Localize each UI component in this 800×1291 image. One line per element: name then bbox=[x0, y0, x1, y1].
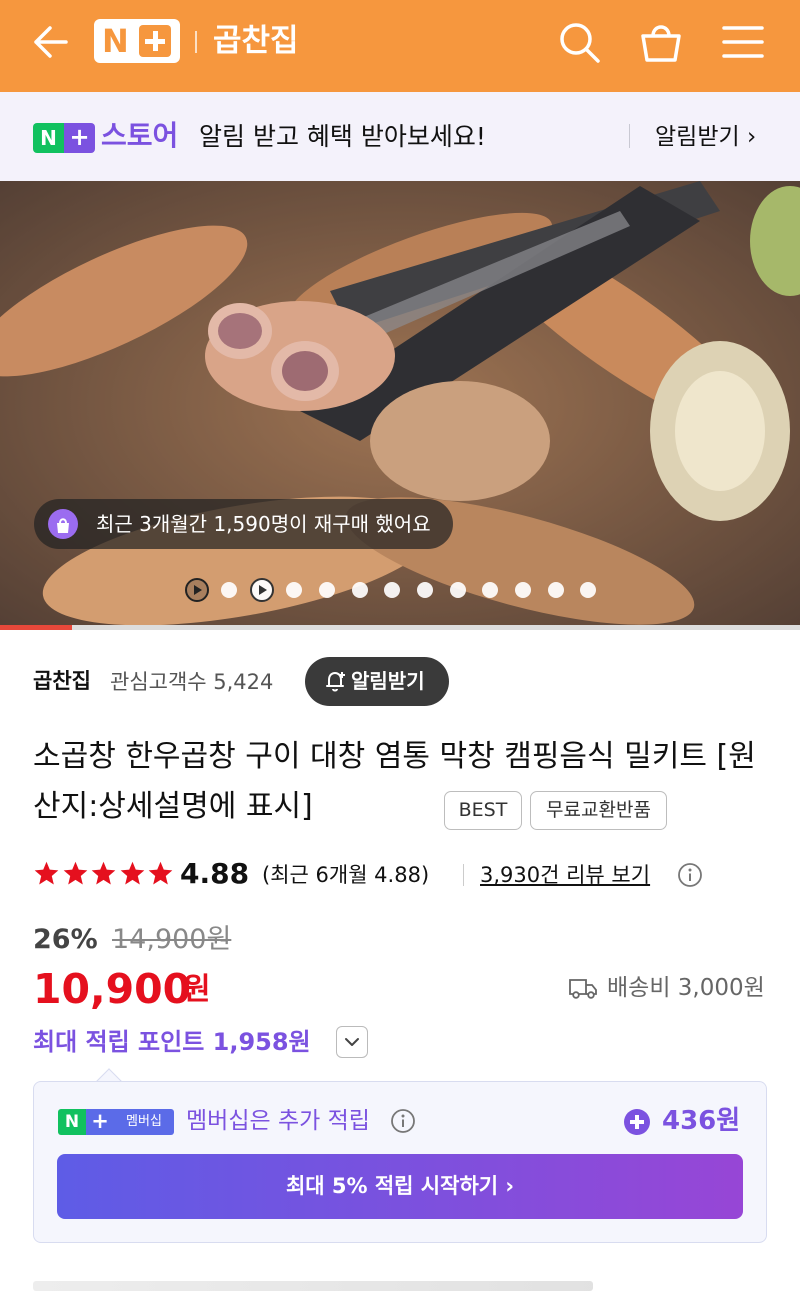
membership-badge-plus-icon: + bbox=[86, 1109, 114, 1135]
max-points: 최대 적립 포인트 1,958원 bbox=[33, 1028, 311, 1056]
next-section-preview bbox=[33, 1281, 593, 1291]
bell-plus-icon bbox=[326, 672, 345, 692]
store-name[interactable]: 곱찬집 bbox=[213, 20, 299, 62]
start-membership-button[interactable]: 최대 5% 적립 시작하기 › bbox=[57, 1154, 743, 1219]
banner-message: 알림 받고 혜택 받아보세요! bbox=[199, 122, 486, 151]
follower-count: 관심고객수 5,424 bbox=[110, 670, 274, 694]
alarm-subscribe-button[interactable]: 알림받기 bbox=[305, 657, 449, 706]
star-icon bbox=[91, 861, 116, 885]
slide-dot[interactable] bbox=[221, 582, 237, 598]
repurchase-badge: 최근 3개월간 1,590명이 재구매 했어요 bbox=[34, 499, 453, 549]
slide-dot[interactable] bbox=[417, 582, 433, 598]
slide-dot[interactable] bbox=[319, 582, 335, 598]
seller-name[interactable]: 곱찬집 bbox=[33, 664, 91, 698]
slide-dot[interactable] bbox=[352, 582, 368, 598]
menu-icon[interactable] bbox=[719, 18, 767, 66]
slide-dot[interactable] bbox=[384, 582, 400, 598]
membership-badge-n: N bbox=[58, 1109, 86, 1135]
shipping-fee: 배송비 3,000원 bbox=[568, 970, 768, 1006]
star-icon bbox=[120, 861, 144, 885]
naver-plus-logo[interactable]: N bbox=[94, 19, 180, 63]
plus-circle-icon bbox=[624, 1109, 650, 1135]
store-alarm-banner[interactable]: N + 스토어 알림 받고 혜택 받아보세요! 알림받기 › bbox=[0, 92, 800, 181]
discount-rate: 26% bbox=[33, 924, 98, 955]
rating-divider bbox=[463, 864, 464, 886]
top-header: N 곱찬집 bbox=[0, 0, 800, 92]
store-label: 스토어 bbox=[101, 119, 179, 152]
product-photo bbox=[0, 181, 800, 627]
badge-n: N bbox=[33, 123, 64, 153]
reviews-link[interactable]: 3,930건 리뷰 보기 bbox=[480, 859, 650, 891]
carousel-progress-bar bbox=[0, 625, 800, 630]
naver-plus-membership-badge: N + 멤버십 bbox=[58, 1109, 174, 1135]
slide-dot[interactable] bbox=[580, 582, 596, 598]
alarm-link[interactable]: 알림받기 › bbox=[655, 118, 756, 156]
banner-divider bbox=[629, 124, 630, 148]
membership-badge-text: 멤버십 bbox=[114, 1109, 174, 1135]
slide-dot[interactable] bbox=[548, 582, 564, 598]
logo-plus-icon bbox=[139, 25, 171, 57]
info-icon[interactable] bbox=[677, 862, 703, 888]
membership-info-icon[interactable] bbox=[390, 1108, 416, 1134]
play-indicator-icon[interactable] bbox=[249, 577, 275, 603]
membership-text: 멤버십은 추가 적립 bbox=[186, 1108, 370, 1134]
membership-box: N + 멤버십 멤버십은 추가 적립 436원 최대 5% 적립 시작하기 › bbox=[33, 1081, 767, 1243]
truck-icon bbox=[569, 979, 597, 999]
free-return-tag: 무료교환반품 bbox=[530, 791, 667, 830]
header-divider bbox=[195, 31, 197, 53]
play-indicator-icon[interactable] bbox=[184, 577, 210, 603]
star-icon bbox=[63, 861, 87, 885]
logo-n: N bbox=[102, 22, 129, 60]
slide-dot[interactable] bbox=[286, 582, 302, 598]
slide-dot[interactable] bbox=[482, 582, 498, 598]
points-expand-button[interactable] bbox=[336, 1026, 368, 1058]
back-arrow-icon[interactable] bbox=[28, 20, 72, 64]
badge-plus-icon: + bbox=[64, 123, 95, 153]
shopping-bag-icon[interactable] bbox=[637, 18, 685, 66]
original-price: 14,900원 bbox=[112, 924, 232, 955]
search-icon[interactable] bbox=[555, 18, 603, 66]
recent-rating: (최근 6개월 4.88) bbox=[262, 863, 430, 887]
naver-plus-badge: N + bbox=[33, 123, 95, 153]
alarm-button-label: 알림받기 bbox=[351, 669, 425, 693]
shipping-text: 배송비 3,000원 bbox=[607, 975, 765, 1001]
purple-bag-icon bbox=[48, 509, 78, 539]
slide-dot[interactable] bbox=[450, 582, 466, 598]
best-tag: BEST bbox=[444, 791, 522, 830]
repurchase-text: 최근 3개월간 1,590명이 재구매 했어요 bbox=[96, 512, 431, 536]
product-image-carousel[interactable]: 최근 3개월간 1,590명이 재구매 했어요 bbox=[0, 181, 800, 627]
slide-dot[interactable] bbox=[515, 582, 531, 598]
progress-fill bbox=[0, 625, 72, 630]
sale-price: 10,900 bbox=[33, 965, 192, 1013]
price-currency: 원 bbox=[183, 972, 211, 1007]
rating-score: 4.88 bbox=[180, 857, 250, 890]
membership-amount: 436원 bbox=[662, 1106, 741, 1136]
chevron-down-icon bbox=[345, 1038, 359, 1046]
star-icon bbox=[34, 861, 59, 885]
star-icon bbox=[148, 861, 173, 885]
